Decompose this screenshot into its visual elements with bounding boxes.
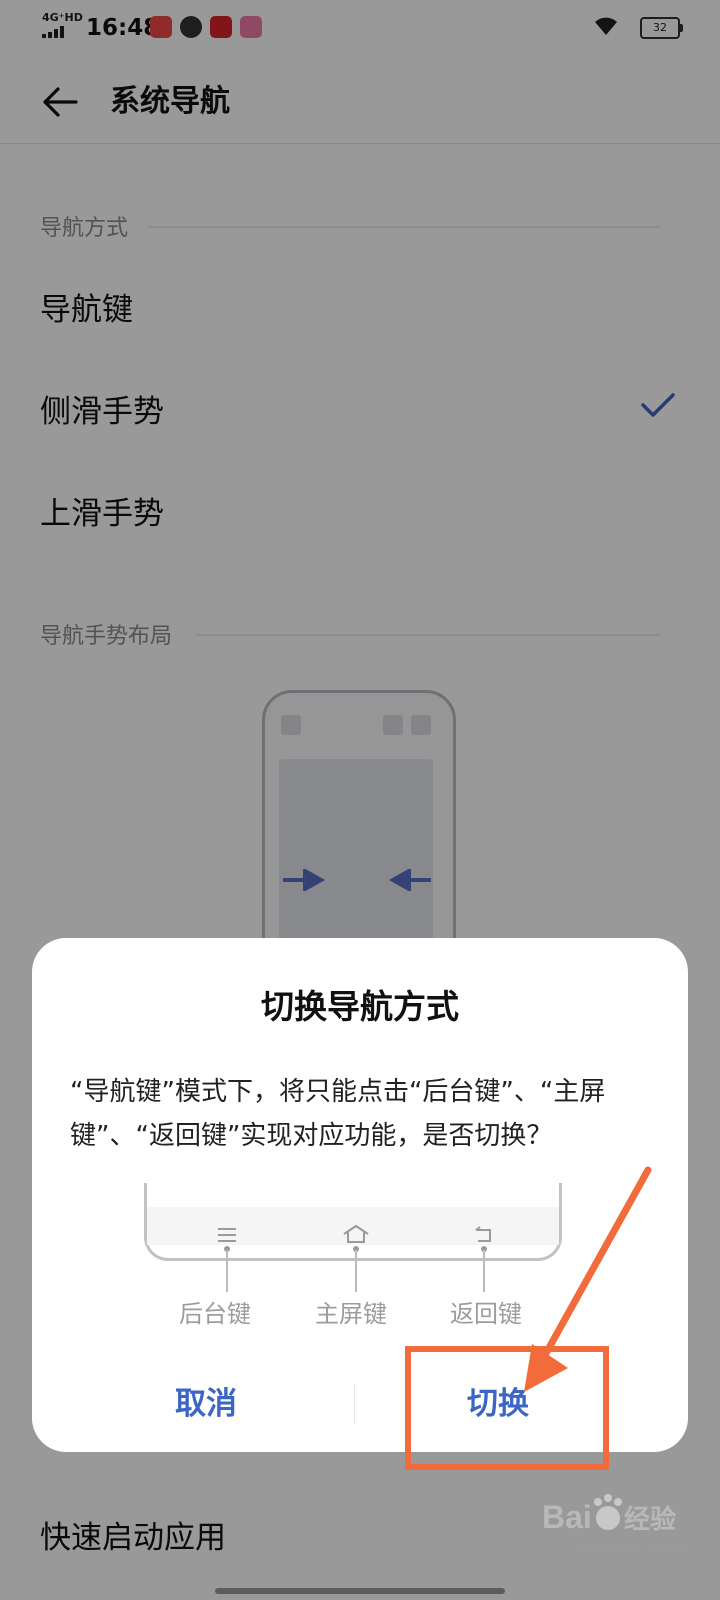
dialog-message: “导航键”模式下，将只能点击“后台键”、“主屏键”、“返回键”实现对应功能，是否… [70, 1077, 606, 1151]
menu-icon [218, 1228, 236, 1242]
label-back-key: 返回键 [450, 1300, 522, 1328]
svg-text:Bai: Bai [542, 1499, 592, 1535]
annotation-highlight-box [405, 1346, 609, 1470]
dialog-title: 切换导航方式 [261, 987, 459, 1026]
home-icon [343, 1224, 369, 1243]
watermark-url: jingyan.baidu.com [576, 1538, 689, 1554]
leader-line [483, 1250, 485, 1292]
leader-line [355, 1250, 357, 1292]
return-icon [475, 1226, 491, 1242]
label-recents-key: 后台键 [179, 1300, 251, 1328]
leader-line [226, 1250, 228, 1292]
cancel-button[interactable]: 取消 [56, 1376, 356, 1432]
svg-text:经验: 经验 [624, 1504, 676, 1535]
label-home-key: 主屏键 [315, 1300, 387, 1328]
